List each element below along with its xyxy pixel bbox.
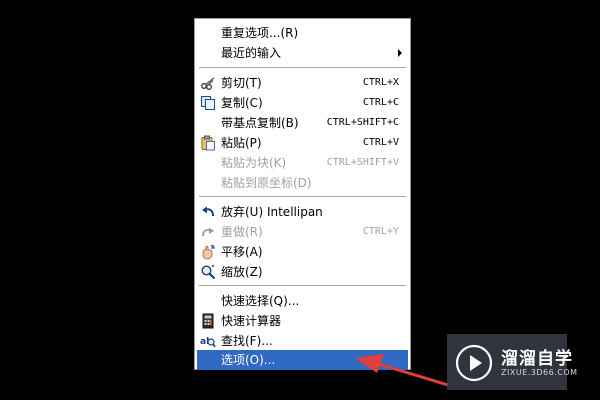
play-triangle-icon	[455, 344, 493, 382]
watermark-title: 溜溜自学	[501, 349, 573, 369]
watermark: 溜溜自学 ZIXUE.3D66.COM	[447, 334, 577, 390]
watermark-url: ZIXUE.3D66.COM	[501, 368, 578, 377]
